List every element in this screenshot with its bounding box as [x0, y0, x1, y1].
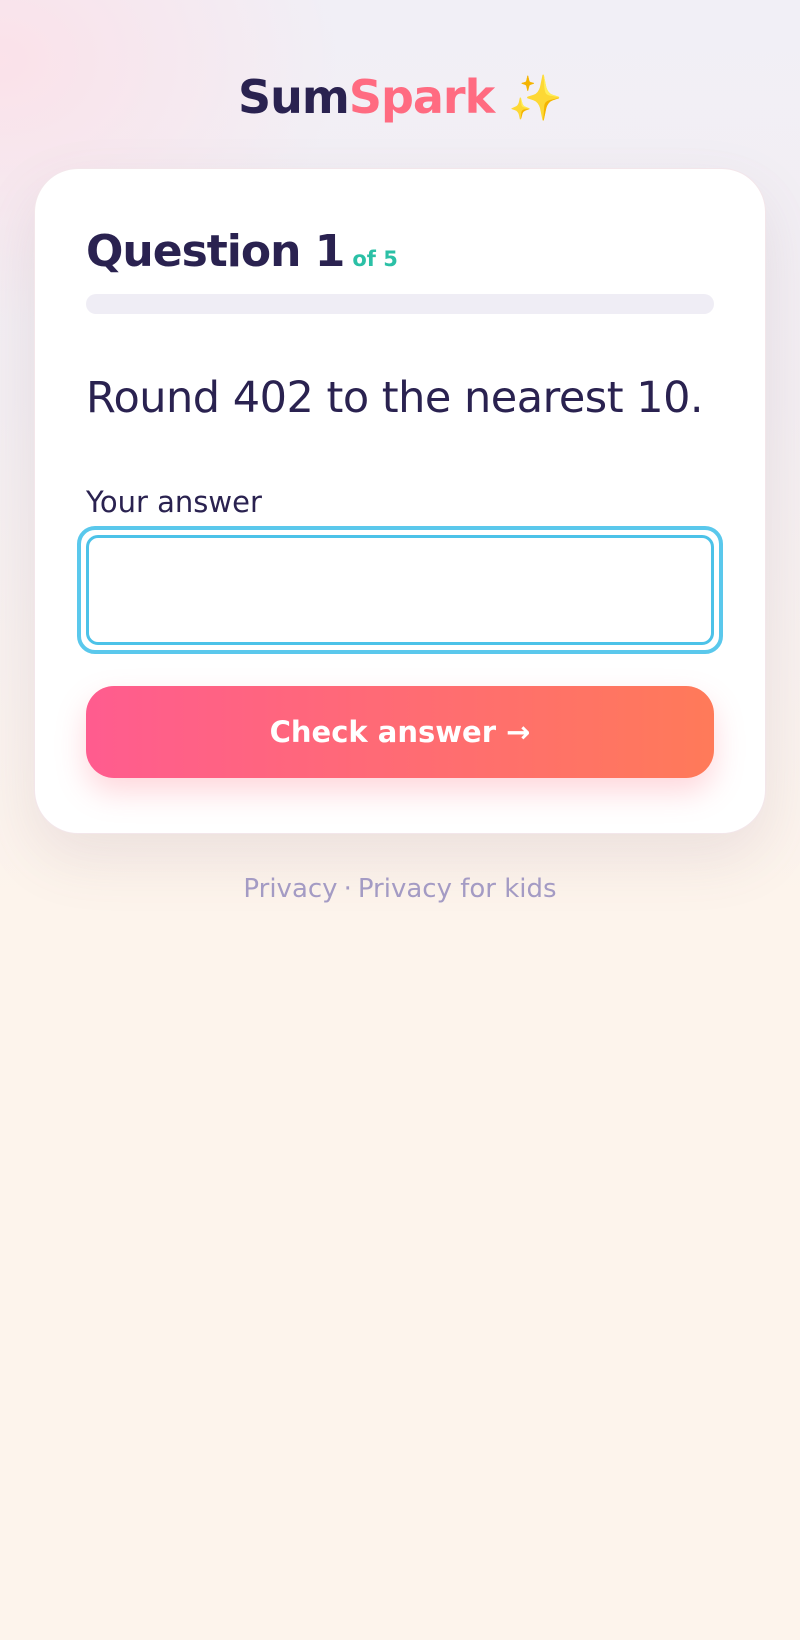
sparkles-icon: ✨: [508, 73, 563, 124]
answer-input[interactable]: [86, 535, 714, 645]
progress-bar: [86, 294, 714, 314]
check-answer-button[interactable]: Check answer →: [86, 686, 714, 778]
arrow-right-icon: →: [506, 715, 531, 749]
check-answer-label: Check answer: [269, 715, 497, 749]
brand-logo: SumSpark ✨: [0, 60, 800, 136]
question-title: Question 1: [86, 226, 345, 277]
question-header: Question 1 of 5: [86, 222, 398, 291]
brand-name-part2: Spark: [348, 70, 495, 124]
footer-separator: ·: [343, 874, 352, 904]
answer-label: Your answer: [86, 485, 262, 519]
privacy-for-kids-link[interactable]: Privacy for kids: [358, 874, 557, 904]
question-prompt: Round 402 to the nearest 10.: [86, 373, 704, 423]
brand-name-part1: Sum: [238, 70, 350, 124]
question-count: of 5: [352, 247, 398, 271]
privacy-link[interactable]: Privacy: [243, 874, 337, 904]
footer-links: Privacy · Privacy for kids: [0, 870, 800, 908]
